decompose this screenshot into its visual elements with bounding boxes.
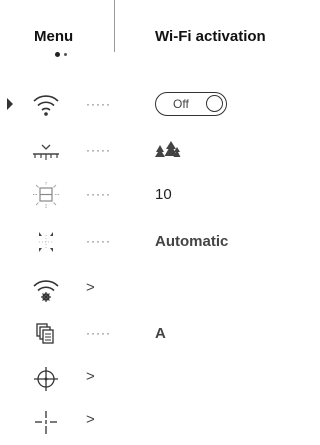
wifi-settings-icon (31, 276, 61, 304)
forest-icon (155, 139, 181, 159)
copy-icon (31, 320, 61, 348)
reticle-icon (31, 408, 61, 436)
page-dot (64, 53, 67, 56)
profile-value: A (155, 325, 166, 342)
toggle-knob (206, 95, 223, 112)
wifi-icon (31, 91, 61, 119)
leader-dots: ····· (86, 326, 111, 340)
wifi-toggle[interactable]: Off (155, 92, 227, 116)
menu-item-terrain[interactable]: ····· (0, 134, 300, 168)
display-mode-icon (31, 228, 61, 256)
page-dot-active (55, 52, 60, 57)
leader-dots: ····· (86, 234, 111, 248)
menu-item-reticle[interactable]: > (0, 405, 300, 439)
illuminator-icon (31, 181, 61, 209)
crosshair-icon (31, 365, 61, 393)
menu-item-display-mode[interactable]: ····· Automatic (0, 225, 300, 259)
leader-dots: ····· (86, 97, 111, 111)
selection-arrow-icon (7, 98, 13, 110)
menu-title: Menu (34, 28, 74, 45)
menu-item-zeroing[interactable]: > (0, 362, 300, 396)
submenu-arrow-icon: > (86, 368, 95, 385)
section-title: Wi-Fi activation (155, 28, 266, 45)
brightness-value: 10 (155, 186, 172, 203)
menu-item-brightness[interactable]: ····· 10 (0, 178, 300, 212)
header-divider (114, 0, 115, 52)
leader-dots: ····· (86, 187, 111, 201)
display-mode-value: Automatic (155, 233, 229, 250)
leader-dots: ····· (86, 143, 111, 157)
menu-item-wifi-settings[interactable]: > (0, 273, 300, 307)
page-indicator (55, 50, 75, 58)
submenu-arrow-icon: > (86, 279, 95, 296)
submenu-arrow-icon: > (86, 411, 95, 428)
terrain-icon (31, 137, 61, 165)
toggle-label: Off (173, 97, 189, 111)
menu-item-profile[interactable]: ····· A (0, 317, 300, 351)
menu-item-wifi-activation[interactable]: ····· Off (0, 88, 300, 122)
